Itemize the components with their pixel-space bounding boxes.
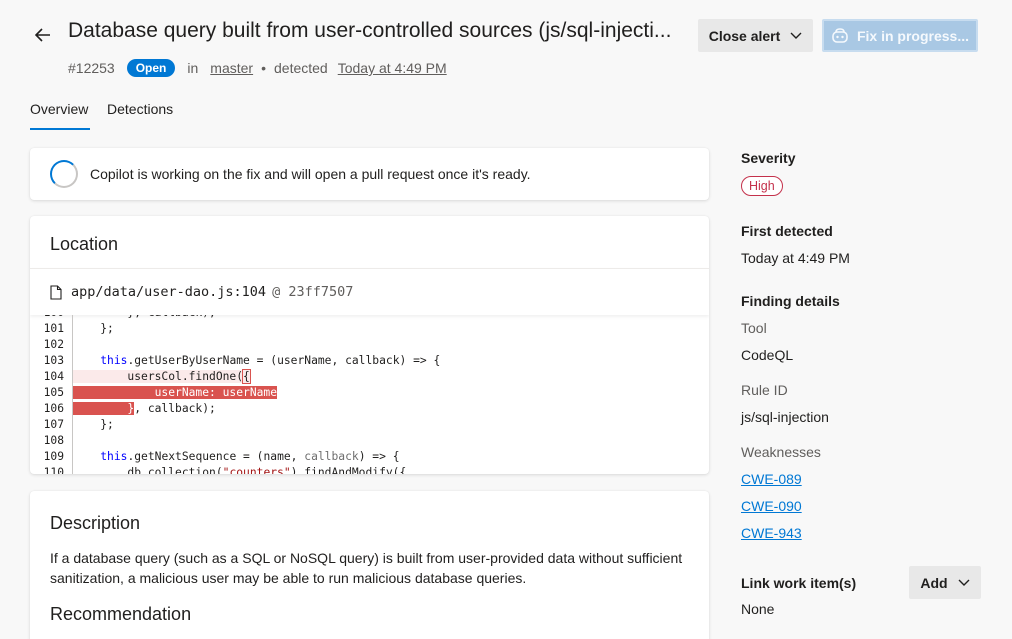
status-badge: Open	[126, 59, 176, 77]
code-line-highlighted: 104 usersCol.findOne({	[43, 369, 251, 385]
file-path[interactable]: app/data/user-dao.js:104	[71, 284, 266, 300]
finding-details-label: Finding details	[741, 293, 840, 309]
description-title: Description	[50, 513, 141, 533]
detected-time-link[interactable]: Today at 4:49 PM	[338, 60, 447, 76]
weakness-link-cwe-089[interactable]: CWE-089	[741, 471, 802, 487]
loading-spinner-icon	[50, 160, 78, 188]
first-detected-label: First detected	[741, 223, 833, 239]
copilot-status-card: Copilot is working on the fix and will o…	[30, 148, 709, 200]
chevron-down-icon	[958, 579, 970, 586]
bullet: •	[261, 60, 266, 76]
code-line: 107 };	[43, 417, 114, 433]
code-line: 109 this.getNextSequence = (name, callba…	[43, 449, 400, 465]
branch-link[interactable]: master	[210, 60, 253, 76]
location-title: Location	[50, 234, 119, 254]
chevron-down-icon	[790, 32, 802, 39]
code-line-highlighted: 106 }, callback);	[43, 401, 216, 417]
close-alert-button[interactable]: Close alert	[698, 19, 813, 52]
close-alert-label: Close alert	[708, 27, 781, 44]
tab-detections[interactable]: Detections	[107, 101, 173, 117]
file-icon	[50, 284, 62, 300]
in-text: in	[187, 60, 199, 76]
weakness-link-cwe-943[interactable]: CWE-943	[741, 525, 802, 541]
first-detected-value: Today at 4:49 PM	[741, 250, 850, 266]
recommendation-title: Recommendation	[50, 604, 192, 624]
link-work-item-value: None	[741, 601, 775, 617]
code-line: 103 this.getUserByUserName = (userName, …	[43, 353, 441, 369]
code-line: 102	[30, 337, 709, 353]
code-snippet: 100 }, callback); 101 }; 102 103 this.ge…	[30, 315, 709, 474]
description-text: If a database query (such as a SQL or No…	[50, 550, 683, 586]
description-card: Description If a database query (such as…	[30, 491, 709, 639]
copilot-icon	[832, 27, 848, 43]
severity-label: Severity	[741, 150, 796, 166]
fix-in-progress-button[interactable]: Fix in progress...	[822, 19, 978, 52]
code-line-highlighted: 105 userName: userName	[43, 385, 278, 401]
severity-badge: High	[741, 176, 783, 196]
code-line: 101 };	[43, 321, 114, 337]
link-work-item-label: Link work item(s)	[741, 575, 857, 591]
detected-text: detected	[274, 60, 328, 76]
commit-hash: @ 23ff7507	[272, 284, 354, 300]
tab-active-indicator	[30, 128, 90, 130]
rule-id-label: Rule ID	[741, 382, 788, 398]
add-label: Add	[920, 574, 948, 591]
weakness-link-cwe-090[interactable]: CWE-090	[741, 498, 802, 514]
rule-id-value: js/sql-injection	[741, 409, 829, 425]
alert-title: Database query built from user-controlle…	[68, 19, 672, 42]
alert-meta: #12253 Open in master • detected Today a…	[68, 59, 447, 77]
tool-value: CodeQL	[741, 347, 794, 363]
back-button[interactable]	[30, 22, 56, 48]
tool-label: Tool	[741, 320, 767, 336]
code-line: 110 db.collection("counters").findAndMod…	[30, 465, 709, 474]
back-arrow-icon	[35, 28, 50, 42]
copilot-message: Copilot is working on the fix and will o…	[90, 166, 531, 182]
tab-overview[interactable]: Overview	[30, 101, 88, 117]
code-line: 108	[30, 433, 709, 449]
fix-in-progress-label: Fix in progress...	[856, 27, 970, 44]
add-work-item-button[interactable]: Add	[909, 566, 981, 599]
location-card: Location app/data/user-dao.js:104 @ 23ff…	[30, 216, 709, 474]
weaknesses-label: Weaknesses	[741, 444, 821, 460]
alert-id: #12253	[68, 60, 115, 76]
file-location: app/data/user-dao.js:104 @ 23ff7507	[30, 268, 709, 315]
